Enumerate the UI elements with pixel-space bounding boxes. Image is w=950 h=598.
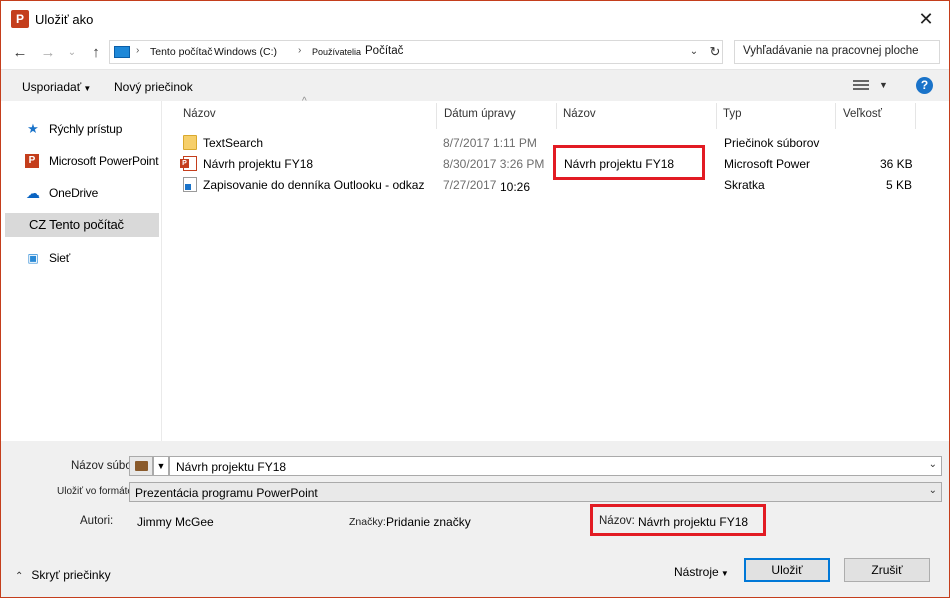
organize-label: Usporiadať [22,80,82,94]
cancel-button[interactable]: Zrušiť [844,558,930,582]
file-date: 8/30/2017 3:26 PM [443,157,545,171]
column-header-type[interactable]: Typ [723,108,742,130]
column-divider[interactable] [915,103,916,129]
filetype-label: Uložiť vo formáte: [57,486,136,497]
file-date: 8/7/2017 1:11 PM [443,136,537,150]
column-header-title[interactable]: Názov [563,108,596,130]
sidebar-item-label: Rýchly prístup [49,122,123,136]
breadcrumb-pocitac[interactable]: Počítač [365,45,403,57]
organize-button[interactable]: Usporiadať ▼ [22,80,91,94]
computer-icon [114,46,130,58]
file-type: Microsoft Power [724,157,811,171]
column-divider[interactable] [835,103,836,129]
view-options-icon[interactable] [853,78,869,92]
file-type: Skratka [724,178,765,192]
file-time: 10:26 [500,180,531,194]
address-bar[interactable]: › Tento počítač Windows (C:) › Používate… [109,40,723,64]
filename-value: Návrh projektu FY18 [176,460,287,474]
save-options-pane: Názov súboru: ▼ Návrh projektu FY18 ⌄ Ul… [1,441,949,597]
chevron-down-icon[interactable]: ⌄ [929,459,937,470]
save-as-dialog: P Uložiť ako ✕ ← → ⌄ ↑ › Tento počítač W… [0,0,950,598]
chevron-down-icon[interactable]: ▼ [153,456,169,476]
sidebar-item-label: CZ Tento počítač [29,217,124,232]
close-button[interactable]: ✕ [913,7,939,31]
new-folder-button[interactable]: Nový priečinok [114,80,193,94]
chevron-down-icon: ▼ [718,569,729,578]
chevron-down-icon: ⌄ [928,485,937,496]
powerpoint-icon: P [11,10,29,28]
file-size: 5 KB [886,178,913,192]
breadcrumb-windows-c[interactable]: Windows (C:) [214,46,277,58]
title-bar: P Uložiť ako ✕ [1,1,949,37]
breadcrumb-users[interactable]: Používatelia [312,47,361,57]
file-type: Priečinok súborov [724,136,820,150]
table-row[interactable]: Návrh projektu FY18 8/30/2017 3:26 PM Ná… [162,153,922,174]
filetype-select[interactable]: Prezentácia programu PowerPoint ⌄ [129,482,942,502]
search-input[interactable]: Vyhľadávanie na pracovnej ploche [734,40,940,64]
briefcase-icon [129,456,153,476]
powerpoint-icon: P [25,154,39,168]
tools-dropdown[interactable]: Nástroje ▼ [674,565,729,579]
network-icon: ▣ [27,251,39,265]
file-name: Návrh projektu FY18 [203,157,314,171]
chevron-down-icon[interactable]: ⌄ [684,43,704,61]
chevron-down-icon[interactable]: ▼ [879,80,888,90]
breadcrumb-this-pc[interactable]: Tento počítač [150,46,212,58]
sidebar-item-quick-access[interactable]: ★ Rýchly prístup [5,117,159,141]
breadcrumb-separator-icon: › [136,45,140,56]
star-icon: ★ [27,121,39,136]
column-divider[interactable] [556,103,557,129]
sidebar-item-onedrive[interactable]: ☁ OneDrive [5,181,159,205]
navigation-pane: ★ Rýchly prístup P Microsoft PowerPoint … [5,101,161,441]
back-arrow-icon[interactable]: ← [9,42,31,64]
authors-value[interactable]: Jimmy McGee [137,515,214,529]
column-header-name[interactable]: Názov [183,108,216,130]
file-date: 7/27/2017 [443,178,497,192]
powerpoint-file-icon [180,156,197,171]
highlight-box [553,145,705,180]
filename-input[interactable]: Návrh projektu FY18 ⌄ [169,456,942,476]
file-list: ^ Názov Dátum úpravy Názov Typ Veľkosť T… [161,96,949,441]
authors-label: Autori: [80,515,114,527]
chevron-up-icon: ⌃ [15,571,24,582]
sidebar-item-this-pc[interactable]: CZ Tento počítač [5,213,159,237]
column-header-date-modified[interactable]: Dátum úpravy [444,108,516,130]
refresh-icon[interactable]: ↻ [706,43,724,61]
sort-ascending-icon: ^ [302,96,307,107]
table-row[interactable]: Zapisovanie do denníka Outlooku - odkaz … [162,174,922,195]
sidebar-item-microsoft-powerpoint[interactable]: P Microsoft PowerPoint [5,149,159,173]
forward-arrow-icon[interactable]: → [37,42,59,64]
up-arrow-icon[interactable]: ↑ [85,42,107,64]
column-divider[interactable] [716,103,717,129]
tags-input[interactable]: Pridanie značky [386,515,471,529]
breadcrumb-separator-icon: › [298,45,302,56]
title-label: Názov: [599,515,635,527]
sidebar-item-label: OneDrive [49,186,99,200]
save-button[interactable]: Uložiť [744,558,830,582]
shortcut-icon [183,177,197,192]
hide-folders-button[interactable]: ⌃ Skryť priečinky [15,568,111,582]
title-input[interactable]: Návrh projektu FY18 [638,515,748,529]
tags-label: Značky: [349,516,386,528]
filetype-value: Prezentácia programu PowerPoint [135,486,318,500]
file-name: Zapisovanie do denníka Outlooku - odkaz [203,178,425,192]
column-header-size[interactable]: Veľkosť [843,108,882,130]
command-bar: Usporiadať ▼ Nový priečinok ▼ ? [1,69,949,101]
sidebar-item-network[interactable]: ▣ Sieť [5,246,159,270]
hide-folders-label: Skryť priečinky [31,568,111,582]
navigation-bar: ← → ⌄ ↑ › Tento počítač Windows (C:) › P… [1,39,949,67]
sidebar-item-label: Microsoft PowerPoint [49,154,159,168]
dialog-title: Uložiť ako [35,12,94,27]
folder-icon [183,135,197,150]
column-divider[interactable] [436,103,437,129]
table-row[interactable]: TextSearch 8/7/2017 1:11 PM Priečinok sú… [162,132,922,153]
help-icon[interactable]: ? [916,77,933,94]
file-name: TextSearch [203,136,264,150]
file-size: 36 KB [880,157,913,171]
cloud-icon: ☁ [26,185,40,201]
chevron-down-icon: ▼ [81,84,92,93]
sidebar-item-label: Sieť [49,251,71,265]
tools-label: Nástroje [674,565,719,579]
recent-locations-dropdown-icon[interactable]: ⌄ [61,42,83,64]
